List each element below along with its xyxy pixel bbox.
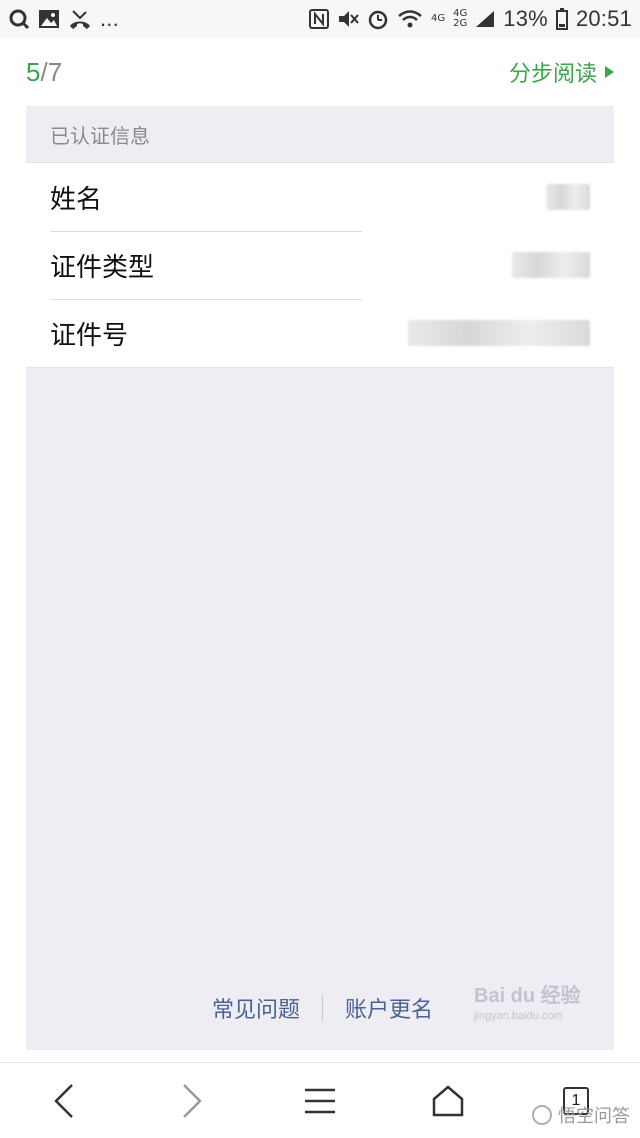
status-left: ... <box>8 6 119 32</box>
battery-percent: 13% <box>503 6 548 31</box>
chevron-right-icon <box>183 1083 202 1118</box>
signal-4g-label: 4G <box>431 13 446 24</box>
play-arrow-icon <box>605 66 614 78</box>
status-bar: ... 4G 4G 2G 13% 20:51 <box>0 0 640 38</box>
verified-info-list: 姓名 证件类型 证件号 <box>26 162 614 368</box>
menu-icon <box>305 1088 335 1113</box>
redacted-value <box>546 184 590 210</box>
more-notifications: ... <box>100 6 119 31</box>
menu-button[interactable] <box>296 1077 344 1125</box>
info-label: 证件号 <box>50 320 129 351</box>
browser-toolbar: 1 悟空问答 <box>0 1062 640 1138</box>
info-row-id-type: 证件类型 <box>26 231 614 299</box>
info-row-id-number: 证件号 <box>26 299 614 367</box>
battery-icon <box>555 7 568 31</box>
search-icon <box>8 7 30 31</box>
info-label: 证件类型 <box>50 252 155 283</box>
redacted-value <box>408 320 590 346</box>
pager-total: /7 <box>40 56 63 87</box>
link-separator <box>322 995 324 1021</box>
account-rename-link[interactable]: 账户更名 <box>345 992 433 1024</box>
nfc-icon <box>309 7 330 31</box>
mute-icon <box>337 7 359 31</box>
cell-signal-icon <box>475 7 495 31</box>
faq-link[interactable]: 常见问题 <box>212 992 300 1024</box>
step-pager: 5/7 <box>26 57 62 88</box>
redacted-value <box>512 252 590 278</box>
signal-4g-2g-label: 4G 2G <box>453 8 468 29</box>
wifi-icon <box>397 7 423 31</box>
pager-current: 5 <box>26 56 41 87</box>
screenshot-panel: 已认证信息 姓名 证件类型 证件号 常见问题 账户更名 Bai du 经验 ji… <box>26 106 614 1050</box>
step-navigation: 5/7 分步阅读 <box>0 38 640 106</box>
home-icon <box>432 1084 464 1116</box>
info-row-name: 姓名 <box>26 163 614 231</box>
wukong-watermark: 悟空问答 <box>532 1102 630 1128</box>
step-read-label: 分步阅读 <box>508 62 597 87</box>
clock-time: 20:51 <box>575 6 632 31</box>
info-label: 姓名 <box>50 184 103 215</box>
watermark-brand: Bai du 经验 <box>474 985 581 1007</box>
image-icon <box>38 7 60 31</box>
status-right: 4G 4G 2G 13% 20:51 <box>309 6 632 32</box>
chevron-left-icon <box>54 1083 73 1118</box>
back-button[interactable] <box>40 1077 88 1125</box>
wukong-icon <box>532 1105 552 1125</box>
wukong-label: 悟空问答 <box>558 1106 630 1127</box>
home-button[interactable] <box>424 1077 472 1125</box>
forward-button[interactable] <box>168 1077 216 1125</box>
baidu-jingyan-watermark: Bai du 经验 jingyan.baidu.com <box>474 979 614 1039</box>
watermark-sub: jingyan.baidu.com <box>474 1010 563 1022</box>
section-title: 已认证信息 <box>26 106 614 162</box>
step-read-button[interactable]: 分步阅读 <box>509 56 614 88</box>
missed-call-icon <box>68 7 92 31</box>
alarm-icon <box>367 7 389 31</box>
